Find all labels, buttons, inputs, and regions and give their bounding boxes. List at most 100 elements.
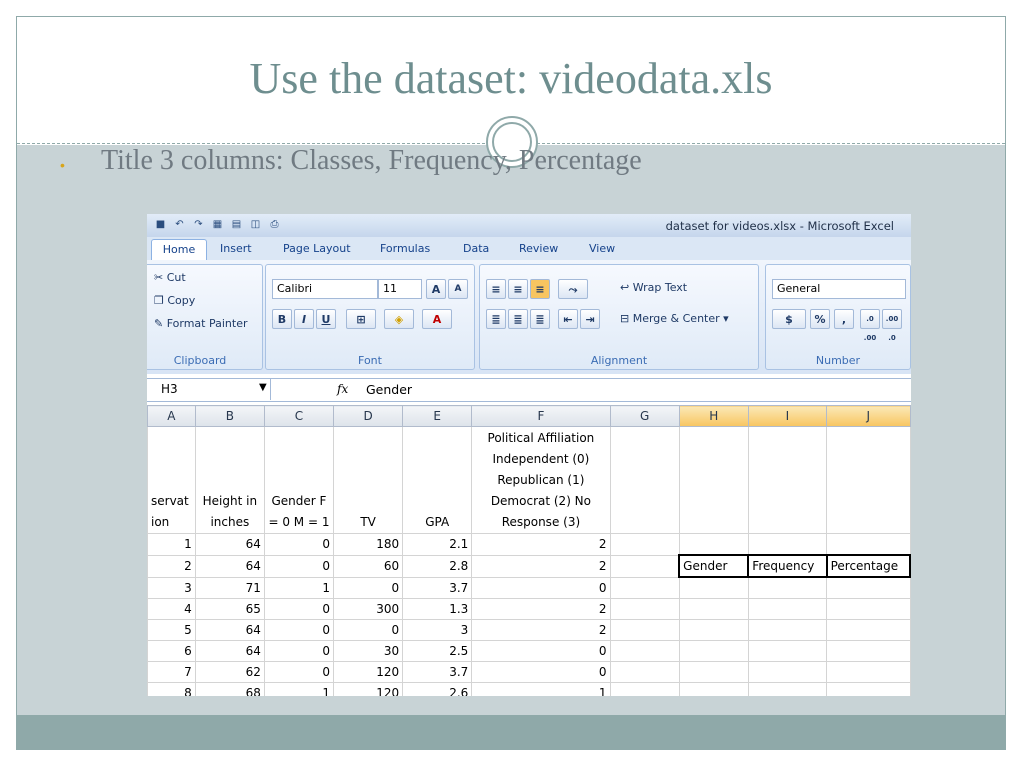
table-cell[interactable]: 0 <box>471 661 611 683</box>
fill-color-icon[interactable]: ◈ <box>384 309 414 329</box>
selected-cell-j[interactable]: Percentage <box>825 554 911 578</box>
table-cell[interactable]: 4 <box>147 598 196 620</box>
cell-c-header[interactable]: Gender F = 0 M = 1 <box>263 426 335 534</box>
cell-j-header[interactable] <box>826 426 911 534</box>
table-cell[interactable]: 5 <box>147 619 196 641</box>
cut-button[interactable]: ✂ Cut <box>154 271 186 284</box>
currency-button[interactable]: $ <box>772 309 806 329</box>
column-header-h[interactable]: H <box>678 405 749 427</box>
column-header-e[interactable]: E <box>402 405 473 427</box>
cell-e-header[interactable]: GPA <box>402 426 473 534</box>
cell-h-header[interactable] <box>678 426 749 534</box>
table-cell[interactable] <box>678 533 749 556</box>
table-cell[interactable] <box>678 661 749 683</box>
table-cell[interactable] <box>826 661 911 683</box>
table-cell[interactable]: 0 <box>333 619 404 641</box>
format-painter-button[interactable]: ✎ Format Painter <box>154 317 248 330</box>
table-cell[interactable] <box>747 598 828 620</box>
merge-center-button[interactable]: ⊟ Merge & Center ▾ <box>620 312 729 325</box>
borders-icon[interactable]: ⊞ <box>346 309 376 329</box>
table-cell[interactable] <box>747 619 828 641</box>
column-header-i[interactable]: I <box>747 405 828 427</box>
grow-font-button[interactable]: A <box>426 279 446 299</box>
table-cell[interactable] <box>826 619 911 641</box>
table-cell[interactable]: 30 <box>333 640 404 662</box>
table-cell[interactable] <box>747 682 828 696</box>
table-cell[interactable]: 2 <box>147 554 196 578</box>
font-color-icon[interactable]: A <box>422 309 452 329</box>
decrease-decimal-button[interactable]: .00 .0 <box>882 309 902 342</box>
table-cell[interactable]: 0 <box>263 554 335 578</box>
table-cell[interactable] <box>826 598 911 620</box>
table-cell[interactable] <box>747 640 828 662</box>
table-cell[interactable]: 0 <box>263 661 335 683</box>
tab-data[interactable]: Data <box>463 242 489 255</box>
table-cell[interactable] <box>678 576 749 599</box>
number-format-select[interactable]: General <box>772 279 906 299</box>
open-icon[interactable]: ▤ <box>229 217 244 232</box>
table-cell[interactable]: 64 <box>194 554 265 578</box>
cell-i-header[interactable] <box>747 426 828 534</box>
align-right-icon[interactable]: ≣ <box>530 309 550 329</box>
table-cell[interactable] <box>826 682 911 696</box>
table-cell[interactable]: 60 <box>333 554 404 578</box>
table-cell[interactable] <box>826 533 911 556</box>
table-cell[interactable]: 1 <box>263 576 335 599</box>
table-cell[interactable]: 2 <box>471 598 611 620</box>
cell-d-header[interactable]: TV <box>333 426 404 534</box>
cell-g-header[interactable] <box>609 426 680 534</box>
table-cell[interactable]: 64 <box>194 533 265 556</box>
table-cell[interactable]: 0 <box>333 576 404 599</box>
align-top-icon[interactable]: ≡ <box>486 279 506 299</box>
tab-formulas[interactable]: Formulas <box>380 242 430 255</box>
table-cell[interactable]: 62 <box>194 661 265 683</box>
table-cell[interactable]: 2.1 <box>402 533 473 556</box>
column-header-g[interactable]: G <box>609 405 680 427</box>
table-cell[interactable]: 8 <box>147 682 196 696</box>
increase-decimal-button[interactable]: .0 .00 <box>860 309 880 342</box>
tab-home[interactable]: Home <box>151 239 207 261</box>
print-preview-icon[interactable]: ◫ <box>248 217 263 232</box>
table-cell[interactable]: 1.3 <box>402 598 473 620</box>
undo-icon[interactable]: ↶ <box>172 217 187 232</box>
table-cell[interactable]: 120 <box>333 661 404 683</box>
table-cell[interactable]: 0 <box>263 598 335 620</box>
font-size-select[interactable]: 11 <box>378 279 422 299</box>
table-cell[interactable] <box>609 661 680 683</box>
table-cell[interactable]: 0 <box>263 640 335 662</box>
table-cell[interactable]: 120 <box>333 682 404 696</box>
selected-cell-h[interactable]: Gender <box>678 554 750 578</box>
decrease-indent-icon[interactable]: ⇤ <box>558 309 578 329</box>
table-cell[interactable]: 0 <box>263 533 335 556</box>
percent-button[interactable]: % <box>810 309 830 329</box>
copy-button[interactable]: ❐ Copy <box>154 294 195 307</box>
formula-input[interactable]: Gender <box>366 382 412 397</box>
italic-button[interactable]: I <box>294 309 314 329</box>
table-cell[interactable]: 1 <box>147 533 196 556</box>
redo-icon[interactable]: ↷ <box>191 217 206 232</box>
table-cell[interactable]: 2 <box>471 533 611 556</box>
table-cell[interactable]: 2.5 <box>402 640 473 662</box>
chevron-down-icon[interactable]: ▼ <box>259 382 267 393</box>
table-cell[interactable]: 3 <box>402 619 473 641</box>
tab-review[interactable]: Review <box>519 242 558 255</box>
table-cell[interactable]: 6 <box>147 640 196 662</box>
table-cell[interactable] <box>609 554 680 578</box>
table-cell[interactable]: 1 <box>471 682 611 696</box>
table-cell[interactable] <box>609 682 680 696</box>
table-cell[interactable] <box>609 640 680 662</box>
table-cell[interactable]: 2 <box>471 619 611 641</box>
tab-page-layout[interactable]: Page Layout <box>283 242 351 255</box>
table-cell[interactable]: 64 <box>194 619 265 641</box>
bold-button[interactable]: B <box>272 309 292 329</box>
table-cell[interactable]: 2.6 <box>402 682 473 696</box>
orientation-icon[interactable]: ⤳ <box>558 279 588 299</box>
align-center-icon[interactable]: ≣ <box>508 309 528 329</box>
table-cell[interactable]: 64 <box>194 640 265 662</box>
table-cell[interactable] <box>609 598 680 620</box>
table-cell[interactable] <box>678 682 749 696</box>
print-icon[interactable]: ⎙ <box>267 217 282 232</box>
table-cell[interactable]: 2.8 <box>402 554 473 578</box>
column-header-a[interactable]: A <box>147 405 196 427</box>
table-cell[interactable] <box>609 576 680 599</box>
